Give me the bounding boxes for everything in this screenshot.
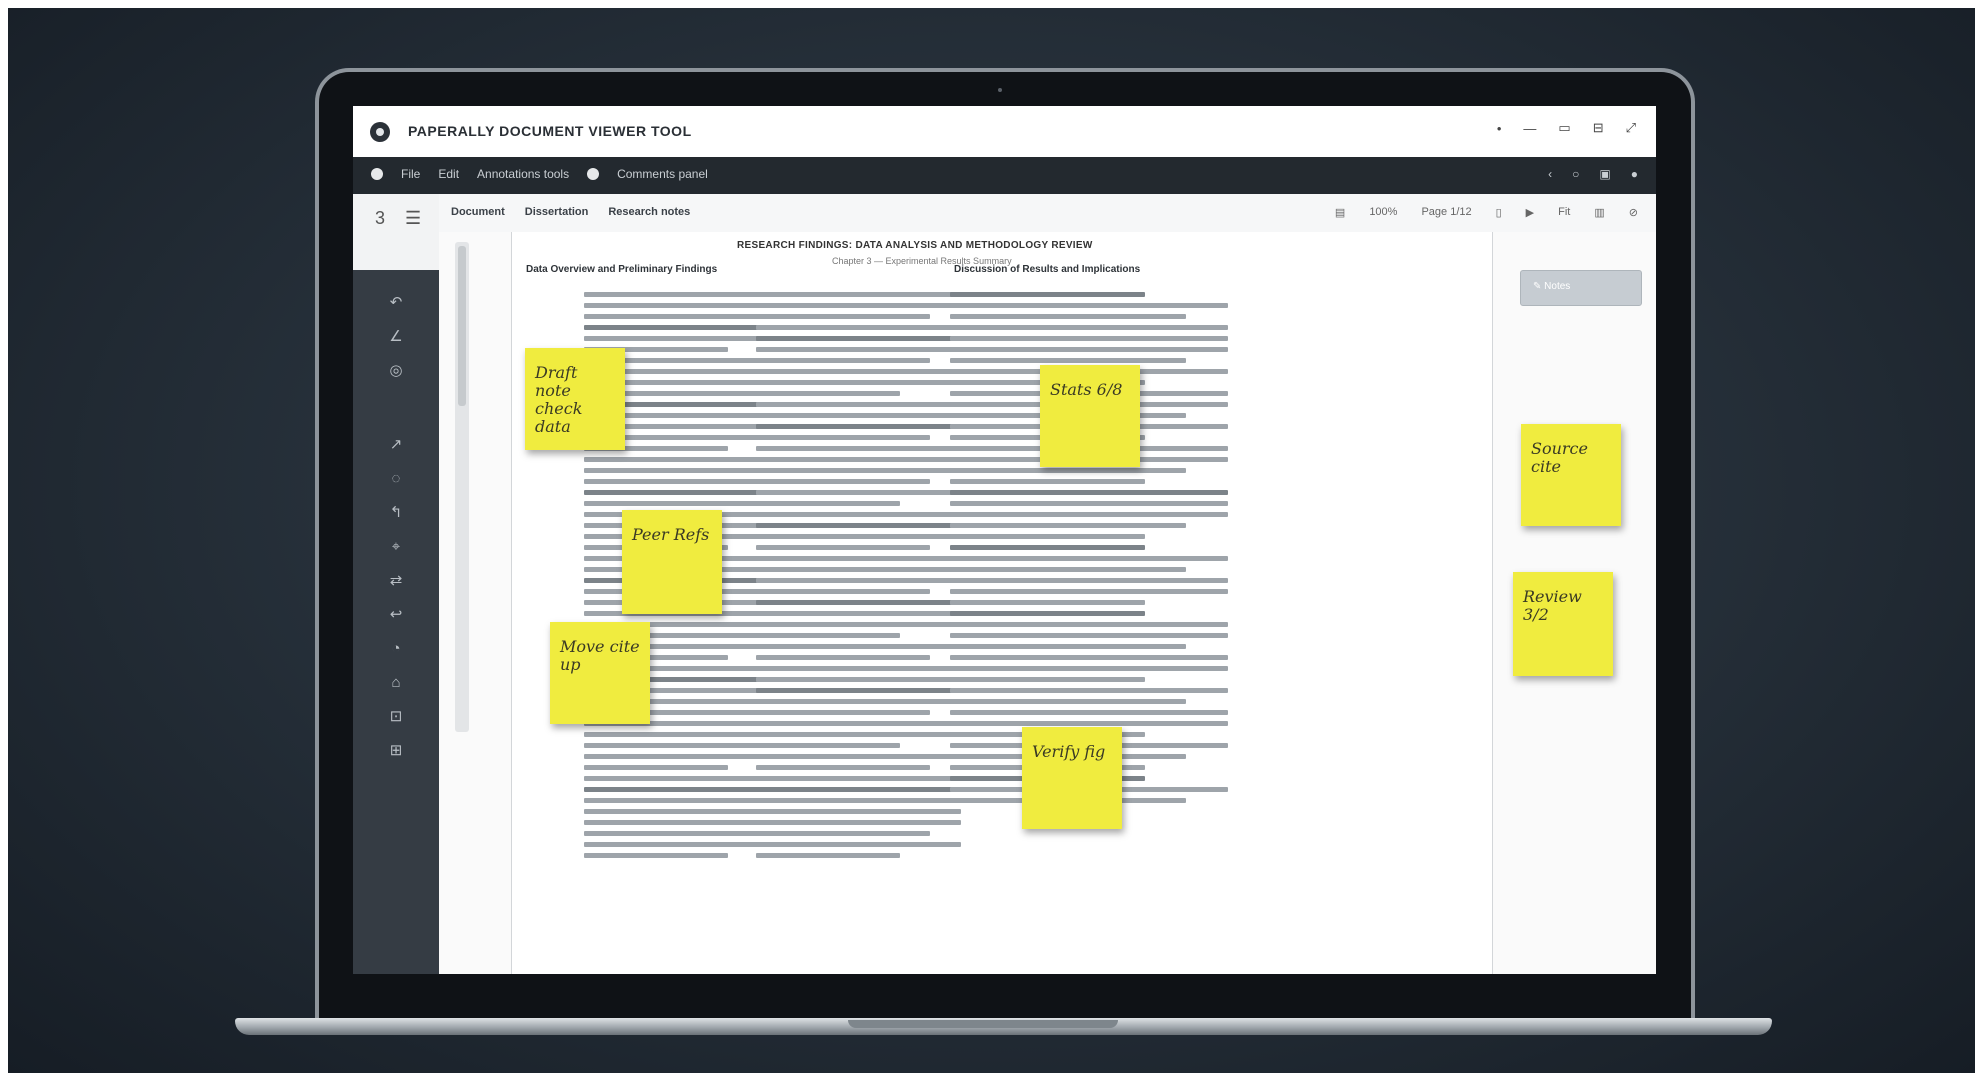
breadcrumb-document[interactable]: Document (451, 206, 505, 218)
comments-icon[interactable] (587, 168, 600, 180)
left-column-heading: Data Overview and Preliminary Findings (526, 264, 718, 275)
sticky-note[interactable]: Verify fig (1022, 727, 1122, 829)
view-mode-icon[interactable]: ▤ (1335, 206, 1345, 219)
columns-icon[interactable]: ▥ (1594, 206, 1604, 219)
right-column-heading: Discussion of Results and Implications (954, 264, 1141, 275)
breadcrumb-dissertation[interactable]: Dissertation (525, 206, 589, 218)
view-controls: ▤ 100% Page 1/12 ▯ ▶ Fit ▥ ⊘ (1335, 206, 1638, 219)
notes-panel-button[interactable]: ✎ Notes (1520, 270, 1642, 306)
crosshair-icon[interactable]: ⌖ (392, 538, 400, 556)
annotations-tools-menu[interactable]: Annotations tools (477, 167, 569, 181)
text-column-2 (756, 292, 961, 864)
redo-icon[interactable]: ↰ (390, 504, 403, 522)
title-bar: PAPERALLY DOCUMENT VIEWER TOOL • — ▭ ⊟ ⤢ (353, 106, 1656, 158)
edit-menu[interactable]: Edit (438, 167, 459, 181)
document-viewport: RESEARCH FINDINGS: DATA ANALYSIS AND MET… (439, 232, 1656, 974)
app-logo-icon (370, 122, 390, 142)
circle-icon[interactable]: ○ (1572, 167, 1579, 181)
comments-panel-menu[interactable]: Comments panel (617, 167, 708, 181)
sidebar-header: 3 ☰ (353, 194, 439, 270)
house-icon[interactable]: ⌂ (391, 674, 400, 692)
user-icon[interactable]: ● (1631, 167, 1638, 181)
fit-button[interactable]: Fit (1558, 206, 1570, 219)
record-icon[interactable]: • (1497, 121, 1502, 136)
back-icon[interactable]: ‹ (1548, 167, 1552, 181)
laptop-notch (848, 1020, 1118, 1028)
target-icon[interactable]: ◎ (389, 362, 402, 380)
zoom-level[interactable]: 100% (1369, 206, 1397, 219)
shape-icon[interactable]: ◌ (392, 470, 401, 488)
tools-sidebar: 3 ☰ ↶ ∠ ◎ ↗ ◌ ↰ ⌖ ⇄ ↩ ◔ ⌂ ⊡ ⊞ (353, 194, 439, 974)
sidebar-tool-list: ↶ ∠ ◎ ↗ ◌ ↰ ⌖ ⇄ ↩ ◔ ⌂ ⊡ ⊞ (353, 294, 439, 760)
restore-icon[interactable]: ▭ (1558, 120, 1570, 136)
breadcrumb-research-notes[interactable]: Research notes (608, 206, 690, 218)
clock-icon[interactable]: ◔ (391, 640, 400, 658)
scroll-thumb[interactable] (458, 246, 466, 406)
page-indicator: Page 1/12 (1421, 206, 1472, 218)
app-title: PAPERALLY DOCUMENT VIEWER TOOL (408, 123, 692, 139)
layout-icon[interactable]: ⊟ (1593, 120, 1604, 136)
breadcrumb: Document Dissertation Research notes (451, 206, 690, 218)
box-icon[interactable]: ⊡ (390, 708, 403, 726)
page-number-icon[interactable]: 3 (375, 208, 385, 229)
background-scene: PAPERALLY DOCUMENT VIEWER TOOL • — ▭ ⊟ ⤢… (8, 8, 1975, 1073)
image-icon[interactable]: ⊞ (390, 742, 403, 760)
angle-icon[interactable]: ∠ (389, 328, 402, 346)
block-icon[interactable]: ⊘ (1629, 206, 1638, 219)
window-controls: • — ▭ ⊟ ⤢ (1497, 120, 1636, 136)
sticky-note[interactable]: Review 3/2 (1513, 572, 1613, 676)
swap-icon[interactable]: ⇄ (390, 572, 403, 590)
camera-dot (998, 88, 1002, 92)
sticky-note[interactable]: Source cite (1521, 424, 1621, 526)
sticky-note[interactable]: Peer Refs (622, 510, 722, 614)
thumbnail-scrollbar[interactable] (455, 242, 469, 732)
single-page-icon[interactable]: ▯ (1496, 206, 1502, 219)
document-bar: Document Dissertation Research notes ▤ 1… (439, 194, 1656, 233)
minimize-icon[interactable]: — (1523, 121, 1536, 136)
sticky-note[interactable]: Draft note check data (525, 348, 625, 450)
main-toolbar: File Edit Annotations tools Comments pan… (353, 157, 1656, 194)
grid-icon[interactable]: ▣ (1599, 167, 1610, 181)
file-menu[interactable]: File (401, 167, 420, 181)
undo-icon[interactable]: ↶ (390, 294, 403, 312)
sticky-note[interactable]: Stats 6/8 (1040, 365, 1140, 467)
home-icon[interactable] (371, 168, 383, 180)
play-icon[interactable]: ▶ (1526, 206, 1534, 219)
app-screen: PAPERALLY DOCUMENT VIEWER TOOL • — ▭ ⊟ ⤢… (353, 106, 1656, 974)
document-page: RESEARCH FINDINGS: DATA ANALYSIS AND MET… (511, 232, 1493, 974)
section-heading (950, 292, 1145, 297)
page-header: RESEARCH FINDINGS: DATA ANALYSIS AND MET… (737, 240, 1093, 251)
arrow-icon[interactable]: ↗ (390, 436, 403, 454)
menu-icon[interactable]: ☰ (405, 208, 421, 229)
sticky-note[interactable]: Move cite up (550, 622, 650, 724)
expand-icon[interactable]: ⤢ (1626, 120, 1636, 136)
return-icon[interactable]: ↩ (390, 606, 403, 624)
